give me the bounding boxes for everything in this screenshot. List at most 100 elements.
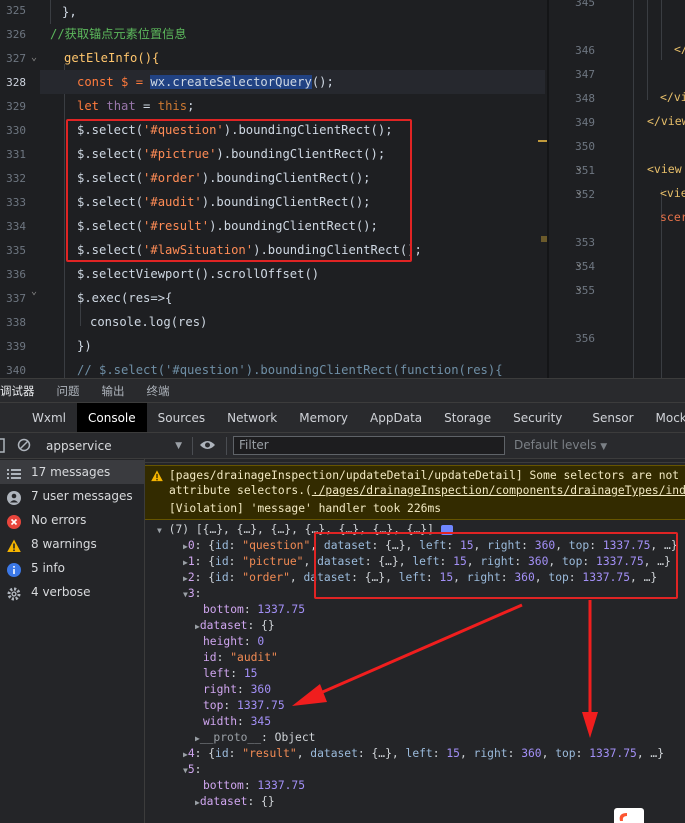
line-number: 329: [6, 100, 26, 113]
line-number: 346: [575, 44, 595, 57]
code-line: $.selectViewport().scrollOffset(): [77, 267, 320, 281]
line-number: 356: [575, 332, 595, 345]
fold-arrow-icon[interactable]: ⌄: [576, 162, 582, 173]
line-number: 335: [6, 244, 26, 257]
line-number: 345: [575, 0, 595, 9]
tab-sensor[interactable]: Sensor: [573, 403, 644, 432]
tab-network[interactable]: Network: [216, 403, 288, 432]
code-line: console.log(res): [90, 315, 208, 329]
sidebar-item-label: 8 warnings: [31, 537, 97, 551]
indent-guide: [661, 0, 662, 60]
filter-input[interactable]: Filter: [233, 436, 505, 455]
clear-console-icon[interactable]: [17, 438, 31, 455]
divider: [226, 437, 227, 455]
warning-text: [pages/drainageInspection/updateDetail/u…: [169, 469, 685, 482]
context-label: appservice: [46, 439, 112, 453]
log-levels-dropdown[interactable]: Default levels ▼: [514, 438, 607, 452]
line-number: 334: [6, 220, 26, 233]
log-entry-expanded[interactable]: ▼3:: [183, 586, 201, 602]
source-link[interactable]: ./pages/drainageInspection/components/dr…: [312, 484, 685, 497]
property-row: right: 360: [203, 683, 272, 696]
indent-guide: [647, 0, 648, 100]
property-row[interactable]: ▶dataset: {}: [195, 618, 275, 634]
code-editor[interactable]: 325 326 327 328 329 330 331 332 333 334 …: [0, 0, 685, 378]
violation-text: [Violation] 'message' handler took 226ms: [169, 502, 442, 515]
property-row: id: "audit": [203, 651, 278, 664]
code-line: //获取锚点元素位置信息: [50, 27, 187, 41]
tab-debugger[interactable]: 调试器: [0, 383, 46, 399]
line-number: 347: [575, 68, 595, 81]
sidebar-item-info[interactable]: 5 info: [0, 556, 144, 580]
property-row[interactable]: ▶__proto__: Object: [195, 730, 315, 746]
sidebar-item-user-messages[interactable]: 7 user messages: [0, 484, 144, 508]
sidebar-item-warnings[interactable]: 8 warnings: [0, 532, 144, 556]
tab-console[interactable]: Console: [77, 403, 147, 432]
tab-wxml[interactable]: Wxml: [21, 403, 77, 432]
code-line: let that = this;: [77, 99, 195, 113]
sidebar-item-label: 17 messages: [31, 465, 111, 479]
line-number: 332: [6, 172, 26, 185]
fold-arrow-icon[interactable]: ⌄: [576, 282, 582, 293]
expand-triangle-icon[interactable]: ▼: [157, 526, 162, 535]
warning-text: attribute selectors.(./pages/drainageIns…: [169, 483, 685, 498]
code-snippet: <view: [647, 162, 682, 176]
sidebar-item-label: 5 info: [31, 561, 65, 575]
fold-arrow-icon[interactable]: ⌄: [31, 52, 37, 63]
tab-output[interactable]: 输出: [91, 383, 136, 399]
line-number: 328: [6, 76, 26, 89]
tab-memory[interactable]: Memory: [288, 403, 359, 432]
tab-mock[interactable]: Mock: [645, 403, 685, 432]
code-snippet: </view: [647, 114, 685, 128]
line-number: 349: [575, 116, 595, 129]
property-row: top: 1337.75: [203, 699, 285, 712]
sidebar-item-messages[interactable]: 17 messages: [0, 460, 144, 484]
log-entry-expanded[interactable]: ▼5:: [183, 762, 201, 778]
line-number: 338: [6, 316, 26, 329]
dropdown-caret-icon: ▼: [175, 441, 182, 451]
log-entry[interactable]: ▶4: {id: "result", dataset: {…}, left: 1…: [183, 746, 664, 762]
line-number: 350: [575, 140, 595, 153]
line-number: 330: [6, 124, 26, 137]
tab-terminal[interactable]: 终端: [136, 383, 181, 399]
sidebar-item-label: 7 user messages: [31, 489, 133, 503]
context-selector[interactable]: appservice ▼: [46, 436, 186, 456]
log-levels-label: Default levels: [514, 438, 597, 452]
console-sidebar: 17 messages 7 user messages No errors 8 …: [0, 459, 145, 823]
sidebar-item-verbose[interactable]: 4 verbose: [0, 580, 144, 604]
code-snippet: <vie: [660, 186, 685, 200]
tab-security[interactable]: Security: [502, 403, 573, 432]
line-number: 353: [575, 236, 595, 249]
console-output[interactable]: [pages/drainageInspection/updateDetail/u…: [145, 459, 685, 823]
line-number: 340: [6, 364, 26, 377]
tab-sources[interactable]: Sources: [147, 403, 216, 432]
line-number: 337: [6, 292, 26, 305]
code-line: // $.select('#question').boundingClientR…: [77, 363, 503, 377]
tab-problems[interactable]: 问题: [46, 383, 91, 399]
tab-appdata[interactable]: AppData: [359, 403, 433, 432]
fold-arrow-icon[interactable]: ⌄: [576, 186, 582, 197]
split-editor-pane[interactable]: 345 346 347 348 349 350 351 352 353 354 …: [549, 0, 685, 378]
eye-icon[interactable]: [199, 439, 216, 454]
divider: [145, 459, 685, 463]
property-row: bottom: 1337.75: [203, 603, 306, 616]
inspect-icon[interactable]: [0, 403, 21, 432]
info-icon: [7, 561, 21, 577]
sidebar-item-errors[interactable]: No errors: [0, 508, 144, 532]
sidebar-item-label: No errors: [31, 513, 87, 527]
line-number: 331: [6, 148, 26, 161]
line-gutter: 325 326 327 328 329 330 331 332 333 334 …: [0, 0, 40, 378]
gear-icon: [7, 585, 21, 601]
fold-arrow-icon[interactable]: ⌄: [31, 286, 37, 297]
list-icon: [7, 465, 21, 479]
code-line-current: const $ = wx.createSelectorQuery();: [40, 70, 545, 94]
property-row: height: 0: [203, 635, 265, 648]
sidebar-toggle-icon[interactable]: [0, 438, 6, 457]
line-number: 325: [6, 4, 26, 17]
warning-icon: [151, 470, 163, 485]
tab-storage[interactable]: Storage: [433, 403, 502, 432]
code-line: }): [77, 339, 92, 353]
console-violation-message: [Violation] 'message' handler took 226ms: [145, 500, 685, 520]
fold-arrow-icon[interactable]: ⌄: [576, 258, 582, 269]
console-warning-message: [pages/drainageInspection/updateDetail/u…: [145, 465, 685, 504]
property-row[interactable]: ▶dataset: {}: [195, 794, 275, 810]
